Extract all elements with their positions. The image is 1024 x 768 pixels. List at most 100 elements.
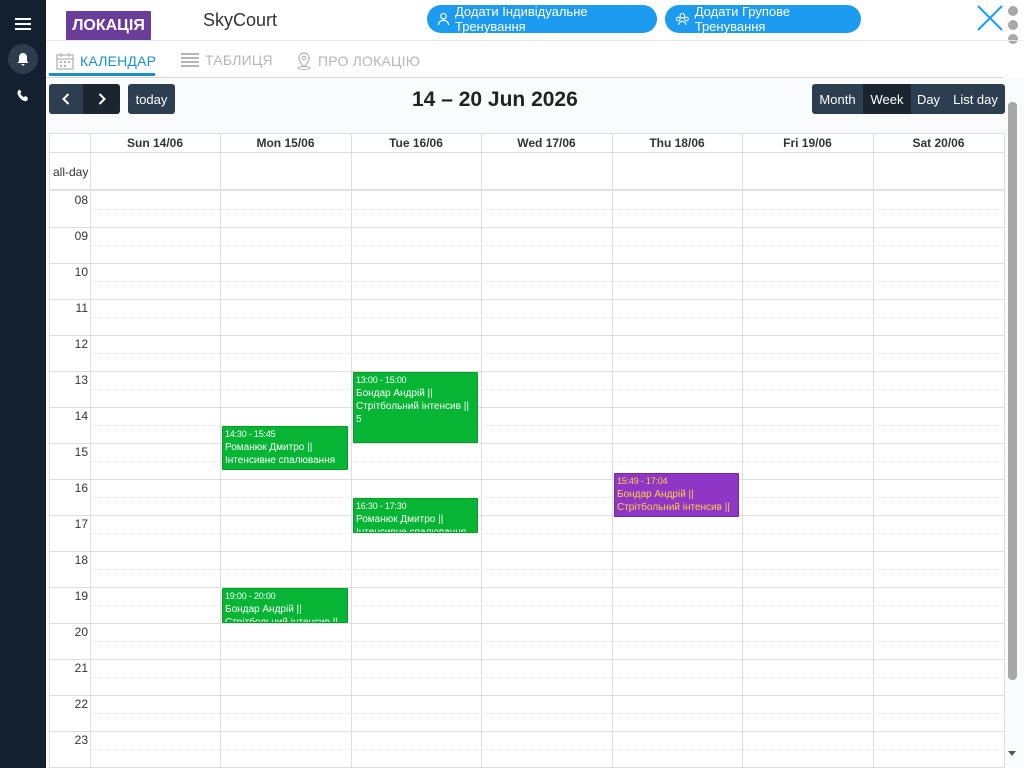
grid-line xyxy=(50,443,1004,444)
hour-label: 16 xyxy=(74,481,88,495)
grid-line xyxy=(50,189,1004,191)
grid-line xyxy=(50,587,1004,588)
hour-label: 11 xyxy=(75,301,88,315)
view-week-button[interactable]: Week xyxy=(863,84,911,114)
grid-line xyxy=(50,263,1004,264)
tab-table[interactable]: ТАБЛИЦЯ xyxy=(181,52,273,68)
event-title: Бондар Андрій || Стрітбольний інтенсив |… xyxy=(225,604,338,623)
view-month-button[interactable]: Month xyxy=(812,84,863,114)
grid-line xyxy=(50,227,1004,228)
grid-line xyxy=(50,695,1004,696)
view-day-button[interactable]: Day xyxy=(911,84,946,114)
grid-line xyxy=(481,134,482,191)
grid-line xyxy=(90,209,1004,210)
add-individual-training-button[interactable]: Додати Індивідуальне Тренування xyxy=(427,4,657,34)
person-icon xyxy=(437,12,450,26)
hour-label: 21 xyxy=(74,661,88,675)
event-time: 14:30 - 15:45 xyxy=(225,429,276,439)
tab-calendar[interactable]: КАЛЕНДАР xyxy=(56,52,156,70)
notifications-button[interactable] xyxy=(0,44,46,74)
day-header[interactable]: Thu 18/06 xyxy=(612,134,742,152)
calendar-event[interactable]: 14:30 - 15:45 Романюк Дмитро || Інтенсивн… xyxy=(222,426,348,470)
grid-line xyxy=(351,134,352,191)
day-header[interactable]: Tue 16/06 xyxy=(351,134,481,152)
grid-line xyxy=(90,497,1004,498)
day-header[interactable]: Mon 15/06 xyxy=(220,134,351,152)
calendar-event[interactable]: 13:00 - 15:00 Бондар Андрій || Стрітбольн… xyxy=(353,372,478,443)
event-title: Романюк Дмитро || Інтенсивне спалювання xyxy=(356,514,467,533)
hour-label: 13 xyxy=(74,373,88,387)
location-name: SkyCourt xyxy=(203,10,278,30)
location-badge: ЛОКАЦІЯ xyxy=(66,11,151,40)
date-range-title: 14 – 20 Jun 2026 xyxy=(412,88,578,111)
grid-line xyxy=(90,749,1004,750)
event-time: 13:00 - 15:00 xyxy=(356,375,407,385)
grid-line xyxy=(50,623,1004,624)
grid-line xyxy=(90,641,1004,642)
grid-line xyxy=(50,515,1004,516)
calendar: today 14 – 20 Jun 2026 Month Week Day Li… xyxy=(46,78,1024,768)
grid-line xyxy=(50,299,1004,300)
hour-label: 22 xyxy=(74,697,88,711)
grid-line xyxy=(90,353,1004,354)
next-button[interactable] xyxy=(83,84,120,114)
event-time: 19:00 - 20:00 xyxy=(225,591,276,601)
sidebar xyxy=(0,0,46,768)
grid-line xyxy=(50,407,1004,408)
hour-label: 14 xyxy=(74,409,88,423)
hour-label: 19 xyxy=(74,589,88,603)
grid-line xyxy=(90,533,1004,534)
grid-line xyxy=(90,677,1004,678)
add-group-training-label: Додати Групове Тренування xyxy=(694,4,791,34)
bell-icon xyxy=(8,44,38,74)
all-day-label: all-day xyxy=(53,165,89,179)
day-header[interactable]: Sat 20/06 xyxy=(873,134,1004,152)
prev-button[interactable] xyxy=(49,84,83,114)
event-title: Бондар Андрій || Стрітбольний інтенсив |… xyxy=(356,388,469,425)
grid-line xyxy=(50,659,1004,660)
event-time: 16:30 - 17:30 xyxy=(356,501,407,511)
day-header[interactable]: Sun 14/06 xyxy=(90,134,220,152)
close-icon[interactable] xyxy=(976,4,1004,32)
tab-about-location[interactable]: ПРО ЛОКАЦІЮ xyxy=(296,52,420,70)
main: ЛОКАЦІЯ SkyCourt Додати Індивідуальне Тр… xyxy=(46,0,1024,768)
grid-line xyxy=(50,371,1004,372)
hour-label: 23 xyxy=(74,733,88,747)
hour-label: 10 xyxy=(74,265,88,279)
hour-label: 17 xyxy=(74,517,88,531)
grid-line xyxy=(90,134,91,191)
calendar-event[interactable]: 16:30 - 17:30 Романюк Дмитро || Інтенсивн… xyxy=(353,498,478,533)
calendar-event[interactable]: 15:49 - 17:04 Бондар Андрій || Стрітбольн… xyxy=(614,473,739,518)
header-divider xyxy=(46,40,1024,41)
hour-label: 18 xyxy=(74,553,88,567)
day-header[interactable]: Wed 17/06 xyxy=(481,134,612,152)
grid-line xyxy=(50,551,1004,552)
calendar-scrollbar[interactable] xyxy=(1008,102,1017,680)
hour-label: 20 xyxy=(74,625,88,639)
table-icon xyxy=(181,53,199,67)
grid-line xyxy=(90,317,1004,318)
event-title: Бондар Андрій || Стрітбольний інтенсив |… xyxy=(617,489,730,514)
grid-line xyxy=(50,335,1004,336)
grid-line xyxy=(50,731,1004,732)
phone-icon[interactable] xyxy=(0,86,46,104)
grid-line xyxy=(50,479,1004,480)
chevron-right-icon xyxy=(98,93,106,105)
grid-line xyxy=(90,389,1004,390)
grid-line xyxy=(90,245,1004,246)
add-group-training-button[interactable]: Додати Групове Тренування xyxy=(665,4,861,34)
menu-icon[interactable] xyxy=(0,10,46,38)
add-individual-training-label: Додати Індивідуальне Тренування xyxy=(454,4,588,34)
hour-label: 12 xyxy=(74,337,88,351)
event-title: Романюк Дмитро || Інтенсивне спалювання xyxy=(225,442,336,466)
chevron-left-icon xyxy=(62,93,70,105)
today-button[interactable]: today xyxy=(128,84,175,114)
calendar-icon xyxy=(56,53,74,70)
calendar-event[interactable]: 19:00 - 20:00 Бондар Андрій || Стрітбольн… xyxy=(222,588,348,623)
day-header[interactable]: Fri 19/06 xyxy=(742,134,873,152)
grid-line xyxy=(742,134,743,191)
grid-line xyxy=(612,134,613,191)
scroll-down-icon[interactable] xyxy=(1007,750,1017,758)
group-icon xyxy=(675,12,689,26)
view-list-day-button[interactable]: List day xyxy=(946,84,1005,114)
